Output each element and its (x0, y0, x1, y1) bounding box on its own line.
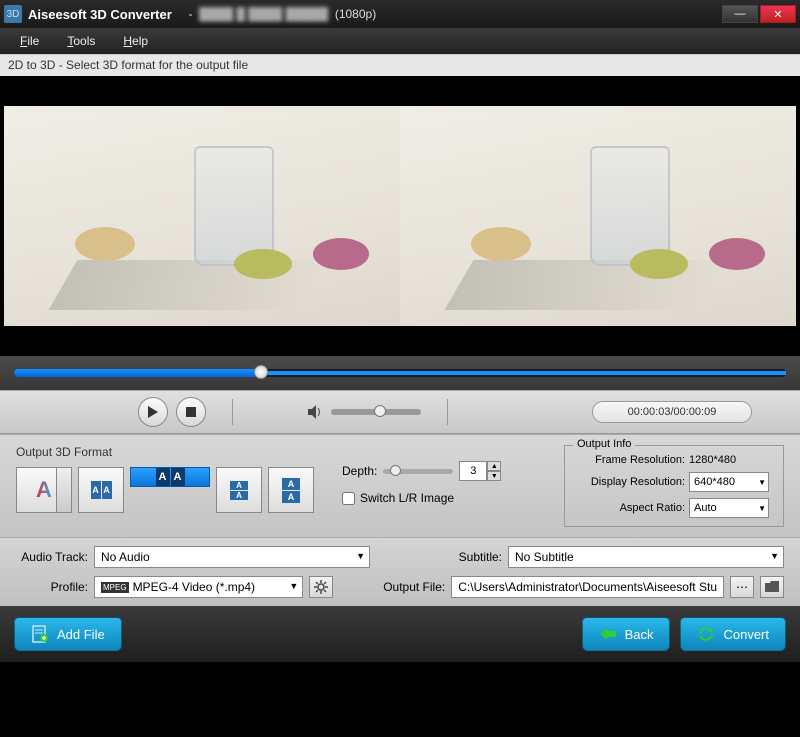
app-title: Aiseesoft 3D Converter (28, 7, 172, 22)
convert-button[interactable]: Convert (680, 617, 786, 651)
format-tb-half-button[interactable]: AA (216, 467, 262, 513)
depth-up-button[interactable]: ▲ (487, 461, 501, 471)
divider (447, 399, 448, 425)
volume-icon (307, 404, 323, 420)
seek-slider[interactable] (14, 369, 786, 377)
arrow-left-icon (599, 625, 617, 643)
time-display: 00:00:03/00:00:09 (592, 401, 752, 423)
preview-left-eye (4, 106, 400, 326)
player-controls: 00:00:03/00:00:09 (0, 390, 800, 434)
menu-tools[interactable]: Tools (67, 34, 95, 48)
add-file-icon (31, 625, 49, 643)
menu-bar: File Tools Help (0, 28, 800, 54)
stop-icon (186, 407, 196, 417)
audio-track-label: Audio Track: (16, 550, 88, 564)
frame-resolution-label: Frame Resolution: (575, 454, 685, 466)
title-bar: 3D Aiseesoft 3D Converter - ████ █ ████ … (0, 0, 800, 28)
divider (232, 399, 233, 425)
subtitle-label: Subtitle: (442, 550, 502, 564)
folder-icon (765, 581, 779, 593)
stop-button[interactable] (176, 397, 206, 427)
depth-input[interactable] (459, 461, 487, 481)
output-file-browse-button[interactable]: ⋯ (730, 576, 754, 598)
add-file-button[interactable]: Add File (14, 617, 122, 651)
subtitle-select[interactable]: No Subtitle▼ (508, 546, 784, 568)
output-info-group: Output Info Frame Resolution: 1280*480 D… (564, 445, 784, 527)
aspect-ratio-label: Aspect Ratio: (575, 502, 685, 514)
output-3d-format-label: Output 3D Format (16, 445, 314, 459)
profile-select[interactable]: MPEG MPEG-4 Video (*.mp4)▼ (94, 576, 303, 598)
volume-thumb[interactable] (374, 405, 386, 417)
output-folder-open-button[interactable] (760, 576, 784, 598)
depth-group: Depth: ▲▼ Switch L/R Image (342, 445, 501, 527)
output-file-label: Output File: (375, 580, 445, 594)
back-label: Back (625, 627, 654, 642)
status-info-bar: 2D to 3D - Select 3D format for the outp… (0, 54, 800, 76)
menu-file[interactable]: File (20, 34, 39, 48)
depth-thumb[interactable] (390, 465, 401, 476)
frame-resolution-value: 1280*480 (689, 454, 736, 466)
play-button[interactable] (138, 397, 168, 427)
output-3d-format-group: Output 3D Format A▼ AA AA AA AA (16, 445, 314, 527)
aspect-ratio-select[interactable]: Auto▼ (689, 498, 769, 518)
play-icon (148, 406, 158, 418)
file-resolution-label: - ████ █ ████ █████ (1080p) (182, 7, 376, 21)
depth-label: Depth: (342, 464, 377, 478)
convert-label: Convert (723, 627, 769, 642)
seek-thumb[interactable] (254, 365, 268, 379)
format-sbs-half-button[interactable]: AA (78, 467, 124, 513)
mpeg-icon: MPEG (101, 582, 129, 593)
display-resolution-select[interactable]: 640*480▼ (689, 472, 769, 492)
chevron-down-icon: ▼ (289, 581, 298, 591)
profile-settings-button[interactable] (309, 576, 333, 598)
depth-slider[interactable] (383, 469, 453, 474)
menu-help[interactable]: Help (123, 34, 148, 48)
format-panel: Output 3D Format A▼ AA AA AA AA Depth: ▲… (0, 434, 800, 537)
refresh-icon (697, 625, 715, 643)
app-window: 3D Aiseesoft 3D Converter - ████ █ ████ … (0, 0, 800, 662)
format-anaglyph-button[interactable]: A▼ (16, 467, 72, 513)
chevron-down-icon: ▼ (770, 551, 779, 561)
gear-icon (314, 580, 328, 594)
add-file-label: Add File (57, 627, 105, 642)
timeline-bar (0, 356, 800, 390)
profile-label: Profile: (16, 580, 88, 594)
app-logo-icon: 3D (4, 5, 22, 23)
switch-lr-label: Switch L/R Image (360, 491, 454, 505)
preview-right-eye (400, 106, 796, 326)
settings-panel: Audio Track: No Audio▼ Subtitle: No Subt… (0, 537, 800, 606)
bottom-action-bar: Add File Back Convert (0, 606, 800, 662)
display-resolution-label: Display Resolution: (575, 476, 685, 488)
minimize-button[interactable]: — (722, 5, 758, 23)
volume-slider[interactable] (331, 409, 421, 415)
depth-down-button[interactable]: ▼ (487, 471, 501, 481)
format-tb-full-button[interactable]: AA (268, 467, 314, 513)
chevron-down-icon: ▼ (356, 551, 365, 561)
output-info-legend: Output Info (573, 438, 635, 450)
close-button[interactable]: ✕ (760, 5, 796, 23)
output-file-field[interactable]: C:\Users\Administrator\Documents\Aiseeso… (451, 576, 724, 598)
video-preview-area (0, 76, 800, 356)
switch-lr-checkbox[interactable] (342, 492, 355, 505)
chevron-down-icon: ▼ (758, 478, 766, 487)
audio-track-select[interactable]: No Audio▼ (94, 546, 370, 568)
chevron-down-icon: ▼ (61, 486, 69, 495)
ellipsis-icon: ⋯ (736, 580, 748, 594)
format-sbs-full-button[interactable]: AA (130, 467, 210, 487)
depth-spinner[interactable]: ▲▼ (459, 461, 501, 481)
chevron-down-icon: ▼ (758, 504, 766, 513)
back-button[interactable]: Back (582, 617, 671, 651)
